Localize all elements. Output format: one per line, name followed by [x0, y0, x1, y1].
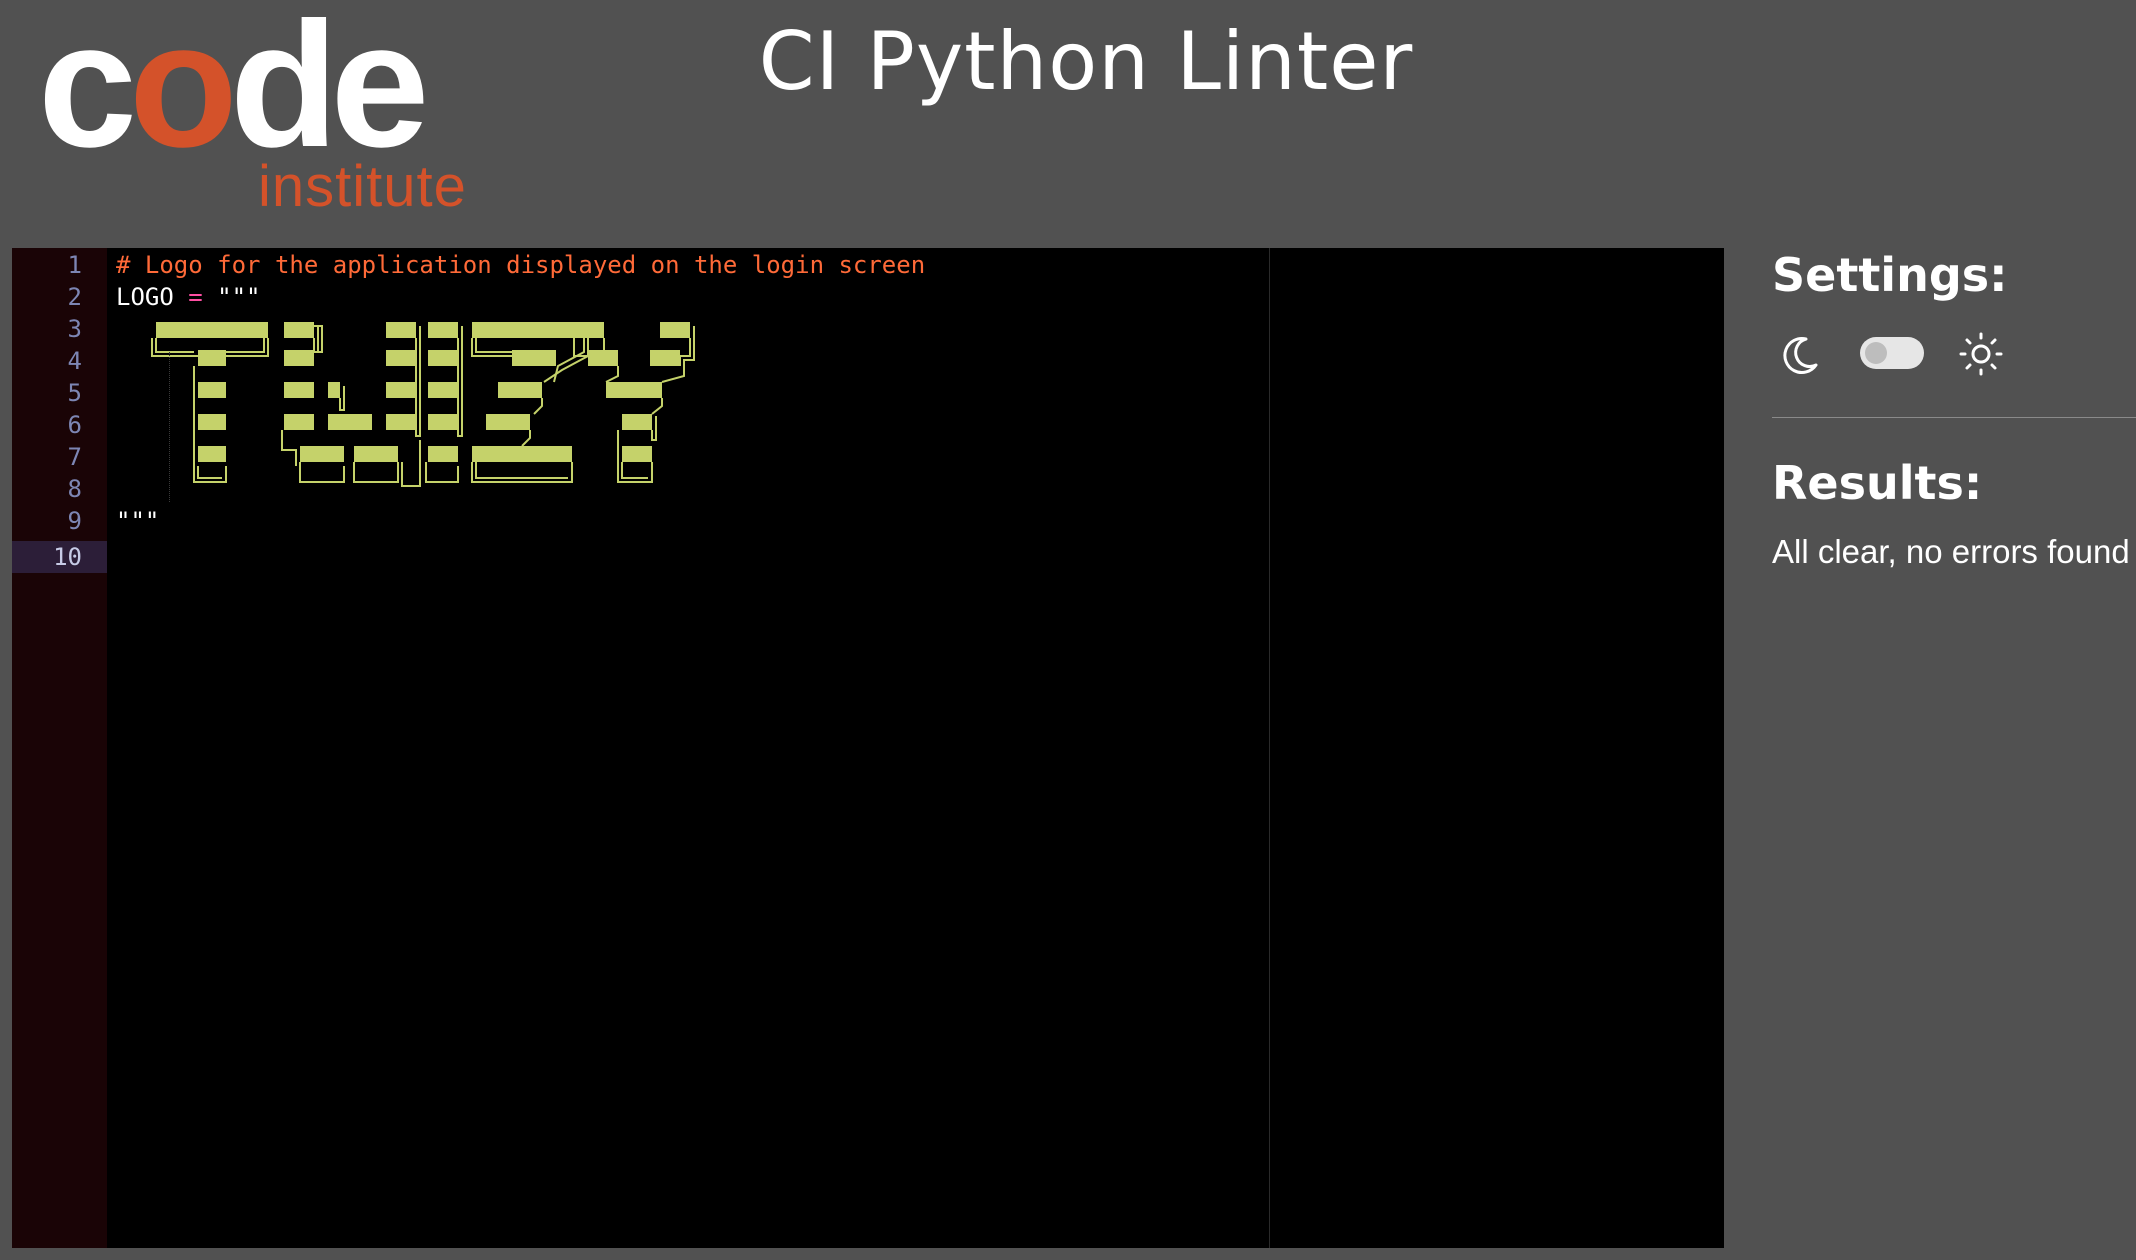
side-panel: Settings: Results: All clear, no errors … [1772, 248, 2136, 571]
logo-subtitle: institute [258, 154, 467, 219]
panel-divider [1772, 417, 2136, 419]
ascii-art-graphic [151, 322, 695, 487]
logo-wordmark: code [38, 0, 429, 174]
page-title: CI Python Linter [758, 15, 1414, 108]
line-number: 6 [67, 411, 82, 439]
line-number: 8 [67, 475, 82, 503]
string-open-token: """ [217, 283, 261, 311]
settings-heading: Settings: [1772, 248, 2008, 302]
line-number: 1 [67, 251, 82, 279]
logo-wordmark-prefix: c [38, 0, 137, 184]
code-editor[interactable]: 1 2 3 4 5 6 7 8 9 10 # Logo for the appl… [12, 248, 1724, 1248]
line-number: 5 [67, 379, 82, 407]
line-number: 3 [67, 315, 82, 343]
ascii-blocks [156, 322, 690, 462]
results-message: All clear, no errors found [1772, 533, 2130, 571]
moon-icon[interactable] [1778, 333, 1822, 377]
sun-icon[interactable] [1958, 331, 2004, 377]
line-number-active: 10 [53, 543, 82, 571]
comment-token: # Logo for the application displayed on … [116, 251, 926, 279]
theme-toggle[interactable] [1860, 337, 1924, 370]
operator-token: = [188, 283, 203, 311]
ascii-art-logo [142, 316, 722, 496]
toggle-knob [1865, 342, 1887, 365]
results-heading: Results: [1772, 456, 1983, 511]
logo-wordmark-accent: o [129, 0, 238, 184]
string-close-token: """ [116, 507, 160, 535]
line-number: 9 [67, 507, 82, 535]
linter-page: code institute CI Python Linter 1 2 3 4 … [0, 0, 2136, 1260]
line-number: 2 [67, 283, 82, 311]
line-number: 4 [67, 347, 82, 375]
variable-token: LOGO [116, 283, 174, 311]
code-line-assignment: LOGO = """ [116, 281, 261, 313]
theme-switcher [1772, 321, 2136, 381]
code-institute-logo: code institute [38, 0, 498, 220]
code-line-string-close: """ [116, 505, 159, 537]
code-line-comment: # Logo for the application displayed on … [116, 249, 925, 281]
line-number: 7 [67, 443, 82, 471]
line-number-gutter: 1 2 3 4 5 6 7 8 9 10 [12, 248, 107, 1248]
indent-guide [169, 352, 170, 502]
